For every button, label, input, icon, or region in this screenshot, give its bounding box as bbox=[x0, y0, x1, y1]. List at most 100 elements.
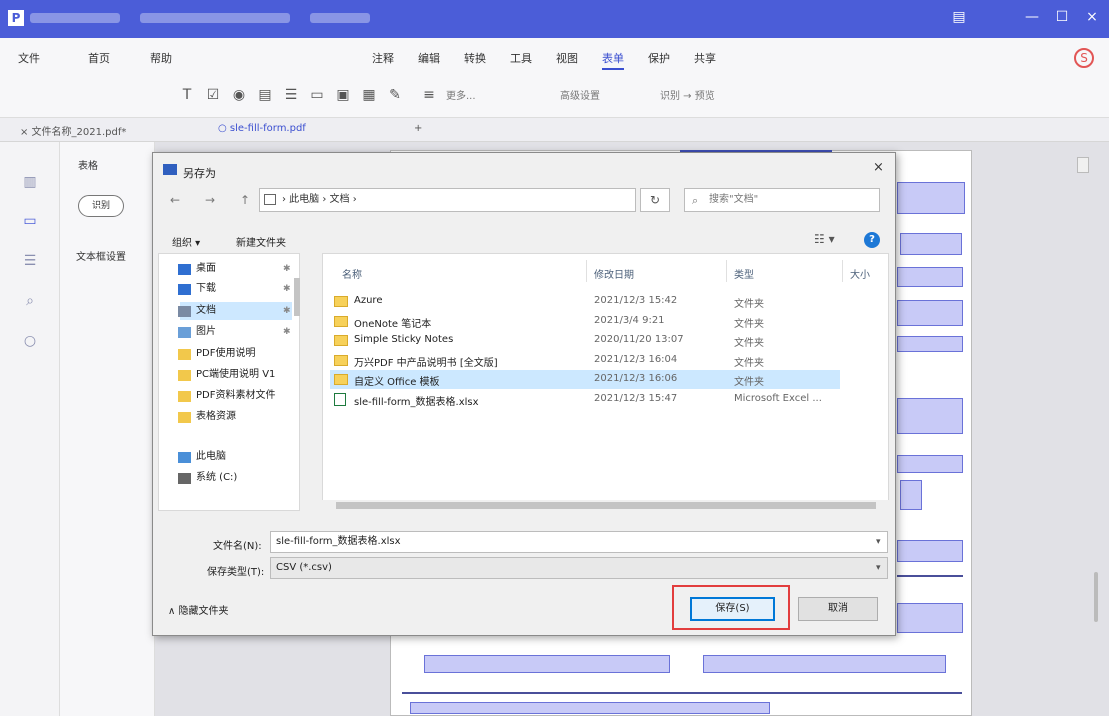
column-name[interactable]: 名称 bbox=[342, 266, 362, 281]
pin-icon[interactable]: ✱ bbox=[283, 327, 291, 337]
diagram-connector bbox=[402, 692, 962, 694]
refresh-button[interactable]: ↻ bbox=[640, 188, 670, 212]
account-icon[interactable]: S bbox=[1074, 48, 1094, 68]
forward-button[interactable]: → bbox=[205, 193, 215, 207]
hide-folders-toggle[interactable]: ∧ 隐藏文件夹 bbox=[168, 602, 229, 617]
menu-file[interactable]: 文件 bbox=[18, 50, 40, 66]
radio-icon[interactable]: ◉ bbox=[230, 86, 248, 104]
maximize-button[interactable]: ☐ bbox=[1050, 9, 1074, 25]
form-field-icon[interactable]: ▭ bbox=[21, 212, 39, 230]
list-box-icon[interactable]: ☰ bbox=[282, 86, 300, 104]
nav-item[interactable]: 此电脑 bbox=[178, 448, 292, 466]
nav-item-label: 系统 (C:) bbox=[196, 472, 238, 483]
pin-icon[interactable]: ✱ bbox=[283, 306, 291, 316]
user-icon[interactable]: ▤ bbox=[947, 9, 971, 25]
file-row[interactable]: OneNote 笔记本 2021/3/4 9:21 文件夹 bbox=[330, 312, 840, 331]
file-row[interactable]: sle-fill-form_数据表格.xlsx 2021/12/3 15:47 Mi… bbox=[330, 390, 840, 409]
nav-item-label: 此电脑 bbox=[196, 451, 226, 462]
close-window-button[interactable]: × bbox=[1080, 9, 1104, 25]
folder-icon bbox=[334, 296, 348, 307]
menu-protect[interactable]: 保护 bbox=[648, 50, 670, 66]
column-divider[interactable] bbox=[842, 260, 843, 282]
image-field-icon[interactable]: ▣ bbox=[334, 86, 352, 104]
filetype-select[interactable]: CSV (*.csv) bbox=[270, 557, 888, 579]
column-type[interactable]: 类型 bbox=[734, 266, 754, 281]
menu-help[interactable]: 帮助 bbox=[150, 50, 172, 66]
column-divider[interactable] bbox=[726, 260, 727, 282]
nav-item[interactable]: PC端使用说明 V1 bbox=[178, 366, 292, 384]
document-scrollbar[interactable] bbox=[1094, 572, 1098, 622]
text-field-icon[interactable]: T bbox=[178, 86, 196, 104]
up-button[interactable]: ↑ bbox=[240, 193, 250, 207]
attachment-icon[interactable]: ⌕ bbox=[21, 292, 39, 310]
organize-button[interactable]: 组织 ▾ bbox=[172, 234, 200, 249]
help-icon[interactable]: ? bbox=[864, 232, 880, 248]
dialog-close-button[interactable]: × bbox=[873, 160, 884, 175]
nav-scrollbar[interactable] bbox=[294, 278, 300, 316]
thumbnail-icon[interactable]: ▥ bbox=[21, 173, 39, 191]
column-date[interactable]: 修改日期 bbox=[594, 266, 634, 281]
tab-document-1[interactable]: × 文件名称_2021.pdf* bbox=[20, 123, 126, 138]
nav-item[interactable]: 文档 bbox=[178, 302, 292, 320]
new-tab-button[interactable]: + bbox=[414, 123, 422, 134]
menu-home[interactable]: 首页 bbox=[88, 50, 110, 66]
menu-share[interactable]: 共享 bbox=[694, 50, 716, 66]
advanced-settings[interactable]: 高级设置 bbox=[560, 87, 600, 102]
recognize-preview[interactable]: 识别 → 预览 bbox=[660, 87, 715, 102]
cancel-button[interactable]: 取消 bbox=[798, 597, 878, 621]
file-type: 文件夹 bbox=[734, 338, 764, 349]
nav-item[interactable]: 桌面 bbox=[178, 260, 292, 278]
file-row[interactable]: 自定义 Office 模板 2021/12/3 16:06 文件夹 bbox=[330, 370, 840, 389]
checkbox-icon[interactable]: ☑ bbox=[204, 86, 222, 104]
menu-convert[interactable]: 转换 bbox=[464, 50, 486, 66]
filetype-dropdown-icon[interactable]: ▾ bbox=[876, 563, 881, 573]
nav-item-label: PDF资料素材文件 bbox=[196, 390, 276, 401]
column-size[interactable]: 大小 bbox=[850, 266, 870, 281]
date-field-icon[interactable]: ▦ bbox=[360, 86, 378, 104]
file-row[interactable]: Simple Sticky Notes 2020/11/20 13:07 文件夹 bbox=[330, 331, 840, 350]
folder-icon bbox=[334, 374, 348, 385]
button-field-icon[interactable]: ▭ bbox=[308, 86, 326, 104]
more-tools[interactable]: 更多... bbox=[446, 87, 476, 102]
quick-access-extra[interactable] bbox=[310, 13, 370, 23]
menu-form[interactable]: 表单 bbox=[602, 50, 624, 70]
folder-icon bbox=[178, 264, 191, 275]
align-icon[interactable]: ≡ bbox=[420, 86, 438, 104]
menu-tools[interactable]: 工具 bbox=[510, 50, 532, 66]
filename-dropdown-icon[interactable]: ▾ bbox=[876, 537, 881, 547]
save-button[interactable]: 保存(S) bbox=[690, 597, 775, 621]
file-row[interactable]: 万兴PDF 中产品说明书 [全文版] 2021/12/3 16:04 文件夹 bbox=[330, 351, 840, 370]
view-options-button[interactable]: ☷ ▾ bbox=[814, 232, 835, 246]
search-input[interactable]: 搜索"文档" bbox=[684, 188, 880, 212]
address-bar[interactable]: › 此电脑 › 文档 › bbox=[259, 188, 636, 212]
comment-icon[interactable]: ○ bbox=[21, 332, 39, 350]
back-button[interactable]: ← bbox=[170, 193, 180, 207]
quick-access-toolbar[interactable] bbox=[140, 13, 290, 23]
minimize-button[interactable]: — bbox=[1020, 9, 1044, 25]
nav-item[interactable]: 图片 bbox=[178, 323, 292, 341]
signature-field-icon[interactable]: ✎ bbox=[386, 86, 404, 104]
textbox-settings-link[interactable]: 文本框设置 bbox=[76, 248, 126, 263]
right-panel-toggle[interactable] bbox=[1077, 157, 1089, 173]
filename-input[interactable]: sle-fill-form_数据表格.xlsx bbox=[270, 531, 888, 553]
column-divider[interactable] bbox=[586, 260, 587, 282]
nav-item[interactable]: 系统 (C:) bbox=[178, 469, 292, 487]
nav-item[interactable]: 表格资源 bbox=[178, 408, 292, 426]
pin-icon[interactable]: ✱ bbox=[283, 264, 291, 274]
bookmark-icon[interactable]: ☰ bbox=[21, 252, 39, 270]
file-row[interactable]: Azure 2021/12/3 15:42 文件夹 bbox=[330, 292, 840, 311]
horizontal-scroll-thumb[interactable] bbox=[336, 502, 876, 509]
menu-annotate[interactable]: 注释 bbox=[372, 50, 394, 66]
recognize-button[interactable]: 识别 bbox=[78, 195, 124, 217]
nav-item[interactable]: PDF使用说明 bbox=[178, 345, 292, 363]
new-folder-button[interactable]: 新建文件夹 bbox=[236, 234, 286, 249]
nav-item[interactable]: PDF资料素材文件 bbox=[178, 387, 292, 405]
menu-edit[interactable]: 编辑 bbox=[418, 50, 440, 66]
combo-box-icon[interactable]: ▤ bbox=[256, 86, 274, 104]
tab-document-2[interactable]: ○ sle-fill-form.pdf bbox=[218, 123, 306, 134]
pin-icon[interactable]: ✱ bbox=[283, 284, 291, 294]
menu-view[interactable]: 视图 bbox=[556, 50, 578, 66]
file-type: 文件夹 bbox=[734, 318, 764, 330]
nav-item[interactable]: 下载 bbox=[178, 280, 292, 298]
file-date: 2021/12/3 15:47 bbox=[594, 392, 678, 404]
